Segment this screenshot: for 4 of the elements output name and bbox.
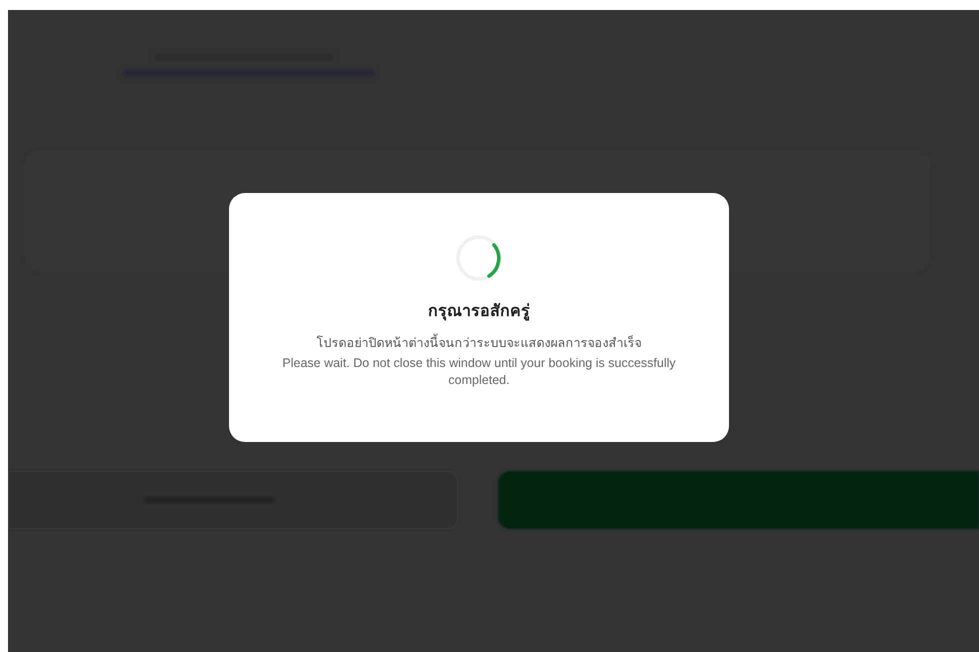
dialog-title: กรุณารอสักครู่ bbox=[428, 302, 530, 323]
dialog-message-english: Please wait. Do not close this window until your booking is successfully completed. bbox=[281, 354, 677, 389]
loading-spinner-icon bbox=[454, 233, 504, 283]
dialog-message-thai: โปรดอย่าปิดหน้าต่างนี้จนกว่าระบบจะแสดงผลการจองสำเร็จ bbox=[316, 334, 642, 353]
